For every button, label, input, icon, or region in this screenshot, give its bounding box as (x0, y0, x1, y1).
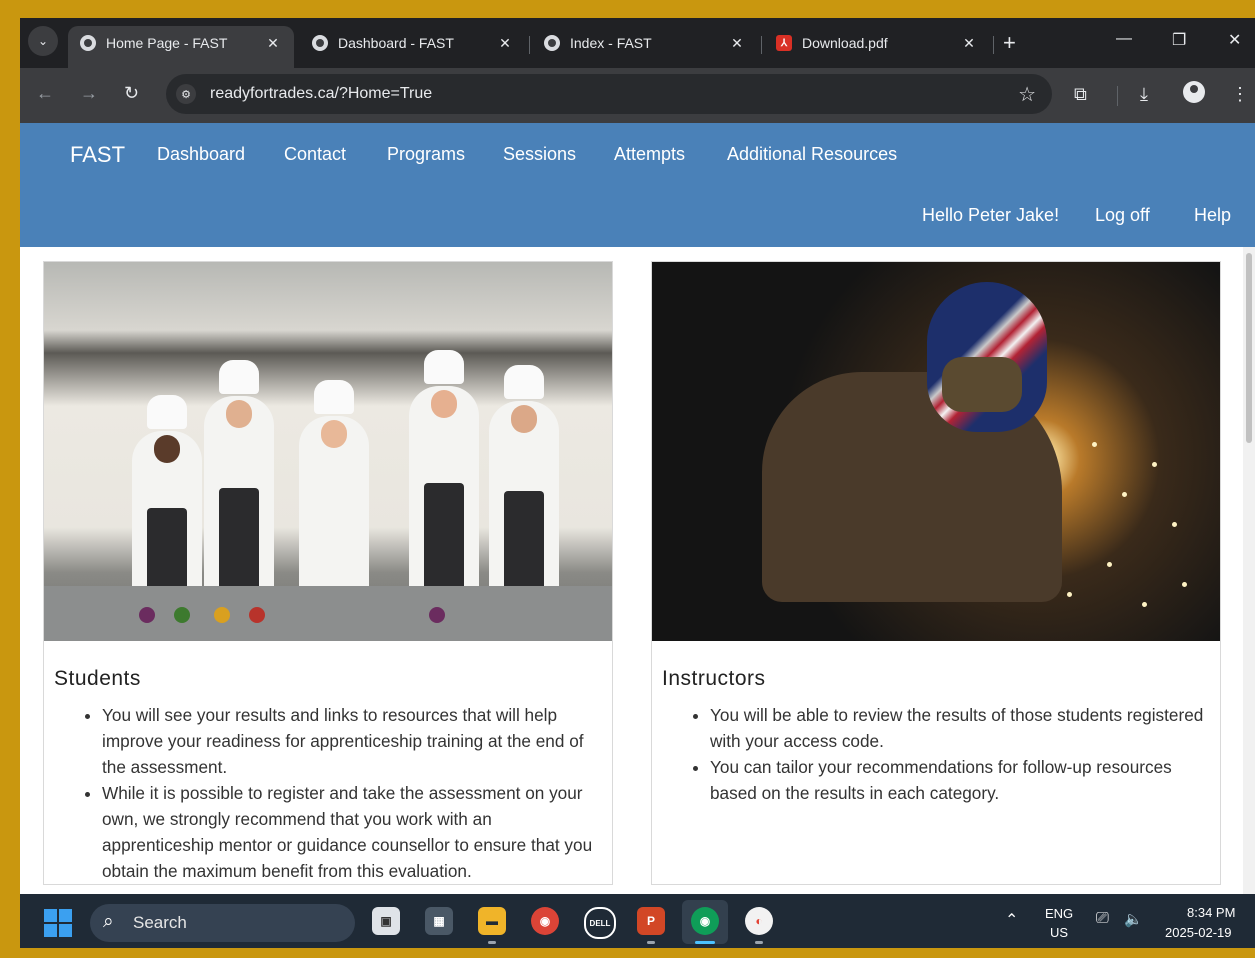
address-bar[interactable]: ⚙ readyfortrades.ca/?Home=True ☆ (166, 74, 1052, 114)
windows-start-icon[interactable] (44, 909, 72, 937)
window-close-icon[interactable]: ✕ (1228, 30, 1241, 50)
globe-icon (312, 35, 328, 51)
user-greeting-link[interactable]: Hello Peter Jake! (922, 205, 1059, 226)
students-bullet-list: You will see your results and links to r… (54, 702, 602, 884)
list-item: You will be able to review the results o… (710, 702, 1210, 754)
tab-search-icon[interactable]: ⌄ (28, 26, 58, 56)
profile-avatar-icon[interactable] (1183, 81, 1205, 103)
tab-download-pdf[interactable]: ⅄ Download.pdf ✕ (764, 26, 990, 68)
help-link[interactable]: Help (1194, 205, 1231, 226)
globe-icon (80, 35, 96, 51)
clock-time[interactable]: 8:34 PM (1187, 905, 1235, 920)
tab-divider (761, 36, 762, 54)
page-scrollbar[interactable] (1243, 247, 1255, 894)
scrollbar-thumb[interactable] (1246, 253, 1252, 443)
logoff-link[interactable]: Log off (1095, 205, 1150, 226)
tab-index[interactable]: Index - FAST ✕ (532, 26, 758, 68)
close-icon[interactable]: ✕ (960, 35, 978, 52)
instructors-bullet-list: You will be able to review the results o… (662, 702, 1210, 806)
browser-toolbar: ← → ↻ ⚙ readyfortrades.ca/?Home=True ☆ ⧉… (20, 68, 1255, 123)
close-icon[interactable]: ✕ (496, 35, 514, 52)
tab-divider (993, 36, 994, 54)
dell-icon[interactable]: DELL (584, 907, 616, 939)
nav-dashboard[interactable]: Dashboard (157, 144, 245, 165)
region-indicator[interactable]: US (1050, 925, 1068, 940)
toolbar-divider (1117, 86, 1118, 106)
students-card: Students You will see your results and l… (43, 261, 613, 885)
tab-divider (529, 36, 530, 54)
tab-title: Home Page - FAST (106, 35, 228, 51)
pdf-icon: ⅄ (776, 35, 792, 51)
nav-contact[interactable]: Contact (284, 144, 346, 165)
reload-icon[interactable]: ↻ (124, 83, 139, 104)
list-item: While it is possible to register and tak… (102, 780, 602, 884)
site-info-icon[interactable]: ⚙ (176, 84, 196, 104)
site-navbar: FAST Dashboard Contact Programs Sessions… (20, 123, 1255, 247)
network-icon[interactable]: ⎚ (1096, 910, 1109, 928)
forward-icon[interactable]: → (80, 83, 98, 104)
chevron-up-icon[interactable]: ⌃ (1005, 910, 1018, 930)
tab-title: Index - FAST (570, 35, 652, 51)
nav-programs[interactable]: Programs (387, 144, 465, 165)
task-view-icon[interactable]: ▣ (372, 907, 400, 935)
bookmark-star-icon[interactable]: ☆ (1018, 82, 1036, 107)
calculator-icon[interactable]: ▦ (425, 907, 453, 935)
menu-icon[interactable]: ⋮ (1231, 84, 1249, 105)
card-title: Students (54, 667, 141, 690)
tab-dashboard[interactable]: Dashboard - FAST ✕ (300, 26, 526, 68)
new-tab-icon[interactable]: + (1003, 32, 1016, 54)
file-explorer-icon[interactable]: ▬ (478, 907, 506, 944)
extensions-icon[interactable]: ⧉ (1074, 84, 1087, 105)
minimize-icon[interactable]: — (1116, 30, 1132, 48)
tab-home-page[interactable]: Home Page - FAST ✕ (68, 26, 294, 68)
card-title: Instructors (662, 667, 766, 690)
close-icon[interactable]: ✕ (728, 35, 746, 52)
chrome-active-icon[interactable]: ◉ (691, 907, 719, 944)
globe-icon (544, 35, 560, 51)
nav-sessions[interactable]: Sessions (503, 144, 576, 165)
tab-strip: ⌄ Home Page - FAST ✕ Dashboard - FAST ✕ … (20, 18, 1255, 68)
nav-attempts[interactable]: Attempts (614, 144, 685, 165)
taskbar-search[interactable]: ⌕ Search (90, 904, 355, 942)
clock-date[interactable]: 2025-02-19 (1165, 925, 1232, 940)
tab-title: Download.pdf (802, 35, 888, 51)
tab-title: Dashboard - FAST (338, 35, 454, 51)
list-item: You will see your results and links to r… (102, 702, 602, 780)
chrome-icon[interactable]: ◉ (531, 907, 559, 935)
volume-icon[interactable]: 🔈 (1124, 910, 1143, 928)
acrobat-icon[interactable]: ◐ (745, 907, 773, 944)
close-icon[interactable]: ✕ (264, 35, 282, 52)
kitchen-chefs-photo (44, 262, 612, 641)
url-text[interactable]: readyfortrades.ca/?Home=True (210, 85, 432, 103)
back-icon[interactable]: ← (36, 83, 54, 104)
powerpoint-icon[interactable]: P (637, 907, 665, 944)
instructors-card: Instructors You will be able to review t… (651, 261, 1221, 885)
search-icon: ⌕ (103, 911, 114, 932)
browser-window: ⌄ Home Page - FAST ✕ Dashboard - FAST ✕ … (20, 18, 1255, 948)
download-icon[interactable]: ⤓ (1140, 84, 1148, 105)
welder-photo (652, 262, 1220, 641)
main-content: Students You will see your results and l… (20, 247, 1243, 894)
nav-additional-resources[interactable]: Additional Resources (727, 144, 897, 165)
windows-taskbar: ⌕ Search ▣ ▦ ▬ ◉ DELL P ◉ ◐ ⌃ ENG US ⎚ 🔈… (20, 894, 1255, 948)
search-label: Search (133, 913, 187, 932)
restore-icon[interactable]: ❐ (1172, 30, 1186, 50)
language-indicator[interactable]: ENG (1045, 906, 1073, 921)
site-brand[interactable]: FAST (70, 142, 125, 168)
list-item: You can tailor your recommendations for … (710, 754, 1210, 806)
